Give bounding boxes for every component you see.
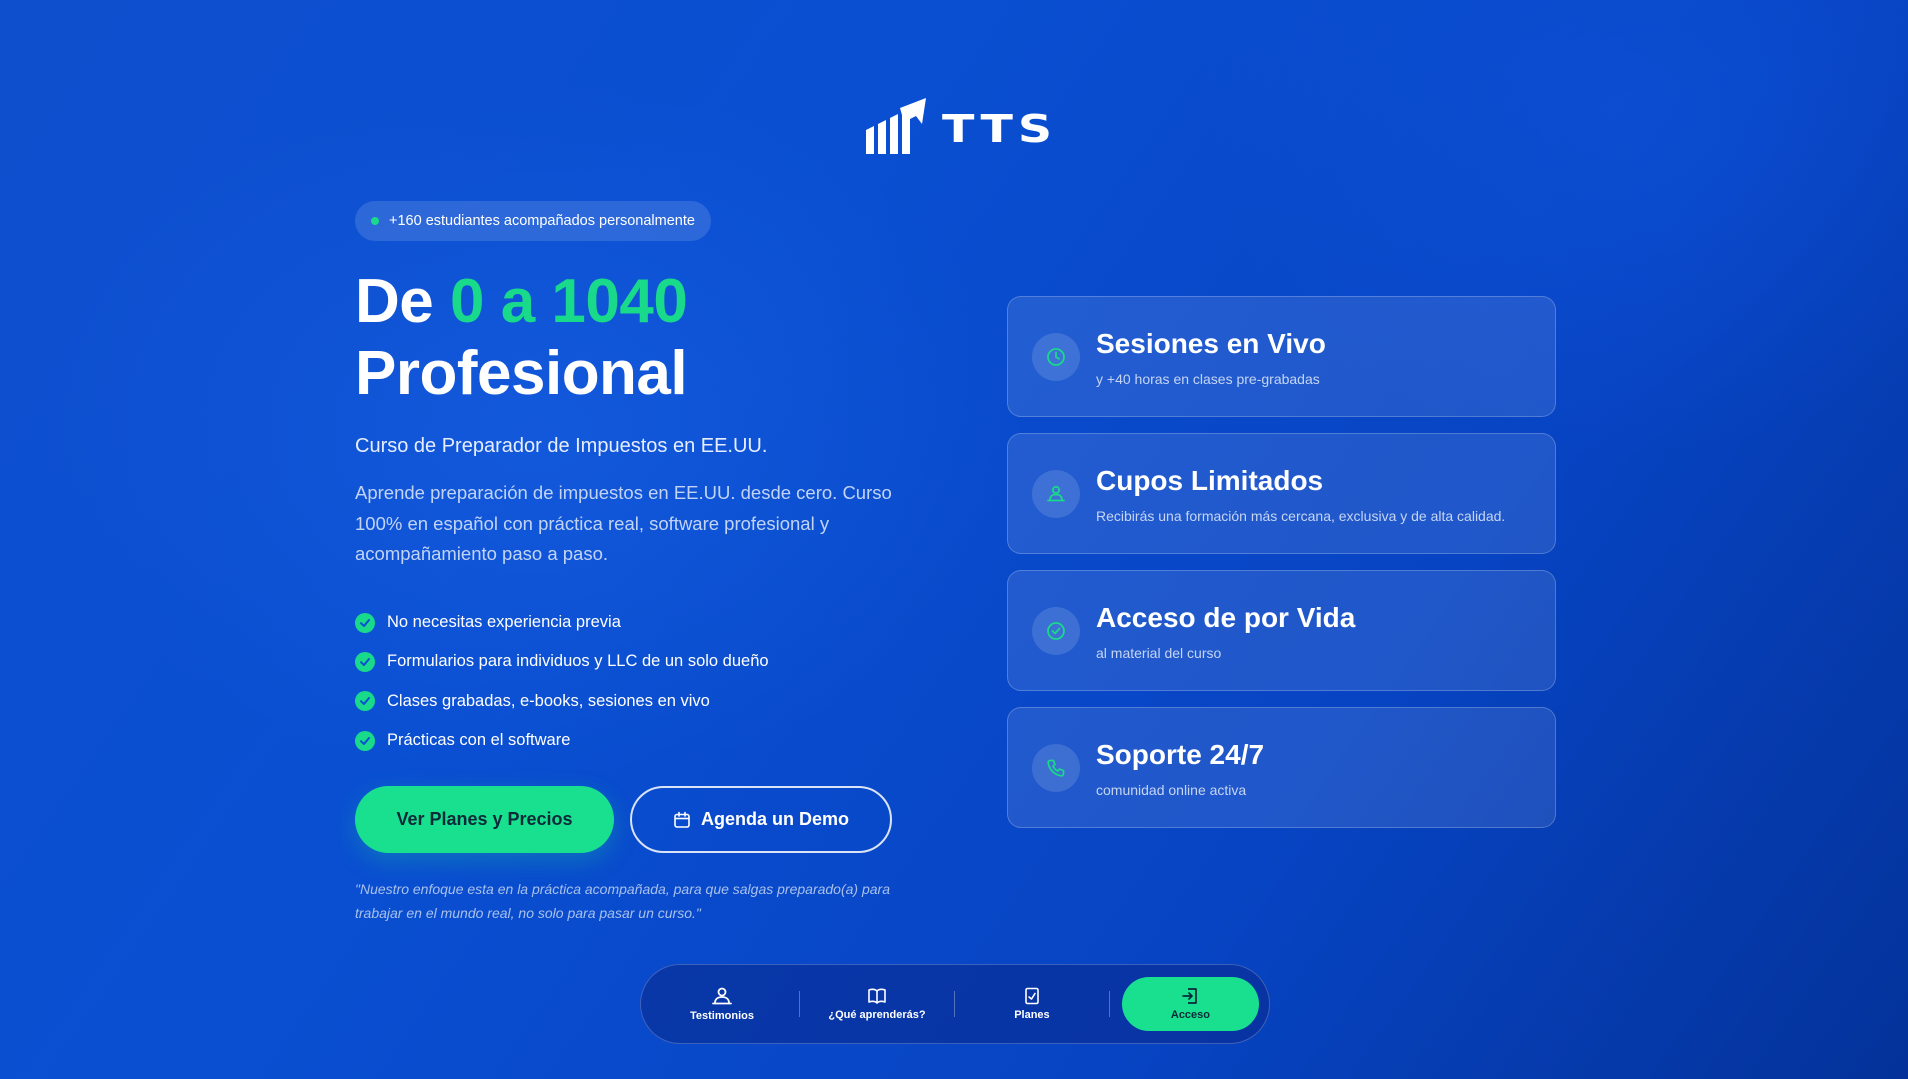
title-accent: 0 a 1040 [449, 267, 688, 336]
check-icon [355, 730, 375, 751]
login-icon [1182, 988, 1198, 1004]
users-icon [712, 987, 732, 1005]
feature-text: Formularios para individuos y LLC de un … [387, 652, 769, 671]
check-icon [355, 612, 375, 633]
card-title: Acceso de por Vida [1096, 602, 1356, 633]
feature-text: No necesitas experiencia previa [387, 613, 621, 632]
nav-planes[interactable]: Planes [961, 976, 1103, 1032]
nav-que-aprenderas[interactable]: ¿Qué aprenderás? [806, 976, 948, 1032]
growth-chart-icon [866, 98, 926, 154]
nav-label: Acceso [1170, 1009, 1211, 1021]
view-plans-button[interactable]: Ver Planes y Precios [355, 786, 614, 853]
feature-item: Clases grabadas, e-books, sesiones en vi… [355, 682, 769, 721]
phone-icon [1032, 743, 1080, 792]
card-live-sessions: Sesiones en Vivo y +40 horas en clases p… [1007, 296, 1556, 417]
card-subtitle: comunidad online activa [1096, 782, 1247, 798]
hero-subtitle: Curso de Preparador de Impuestos en EE.U… [355, 435, 768, 457]
check-icon [355, 691, 375, 712]
title-prefix: De [355, 267, 450, 336]
feature-text: Prácticas con el software [387, 731, 571, 750]
feature-text: Clases grabadas, e-books, sesiones en vi… [387, 691, 710, 710]
card-title: Sesiones en Vivo [1096, 328, 1326, 359]
card-support: Soporte 24/7 comunidad online activa [1007, 707, 1556, 828]
schedule-demo-label: Agenda un Demo [700, 809, 849, 829]
check-circle-icon [1032, 606, 1080, 655]
hero-description: Aprende preparación de impuestos en EE.U… [355, 482, 892, 564]
card-subtitle: al material del curso [1096, 645, 1222, 661]
card-subtitle: y +40 horas en clases pre-grabadas [1096, 371, 1320, 387]
check-icon [355, 651, 375, 672]
badge-text: +160 estudiantes acompañados personalmen… [389, 213, 695, 229]
nav-divider [798, 991, 800, 1017]
book-icon [868, 988, 886, 1004]
user-group-icon [1032, 469, 1080, 518]
bottom-nav: Testimonios ¿Qué aprenderás? Planes Acce… [640, 964, 1270, 1044]
feature-item: Prácticas con el software [355, 721, 769, 760]
nav-divider [953, 991, 955, 1017]
nav-label: ¿Qué aprenderás? [828, 1009, 926, 1021]
title-line2: Profesional [355, 339, 688, 408]
brand-name: TTS [942, 107, 1058, 151]
logo[interactable]: TTS [864, 98, 1052, 156]
benefit-cards: Sesiones en Vivo y +40 horas en clases p… [1007, 296, 1556, 844]
calendar-icon [674, 811, 690, 828]
status-dot [371, 217, 379, 225]
card-subtitle: Recibirás una formación más cercana, exc… [1096, 508, 1506, 524]
schedule-demo-button[interactable]: Agenda un Demo [630, 786, 892, 853]
card-title: Cupos Limitados [1096, 465, 1324, 496]
background-glow [0, 0, 1908, 1079]
feature-list: No necesitas experiencia previa Formular… [355, 603, 769, 760]
card-title: Soporte 24/7 [1096, 739, 1265, 770]
students-badge: +160 estudiantes acompañados personalmen… [355, 201, 711, 241]
nav-label: Planes [1014, 1009, 1050, 1021]
card-lifetime-access: Acceso de por Vida al material del curso [1007, 570, 1556, 691]
nav-acceso[interactable]: Acceso [1121, 977, 1259, 1031]
feature-item: Formularios para individuos y LLC de un … [355, 642, 769, 681]
clock-icon [1032, 332, 1080, 381]
quote-text: "Nuestro enfoque esta en la práctica aco… [355, 881, 890, 921]
page-title: De 0 a 1040 Profesional [355, 266, 688, 410]
nav-testimonios[interactable]: Testimonios [651, 976, 793, 1032]
feature-item: No necesitas experiencia previa [355, 603, 769, 642]
receipt-icon [1025, 987, 1039, 1005]
card-limited-spots: Cupos Limitados Recibirás una formación … [1007, 433, 1556, 554]
nav-divider [1108, 991, 1110, 1017]
nav-label: Testimonios [690, 1010, 754, 1022]
